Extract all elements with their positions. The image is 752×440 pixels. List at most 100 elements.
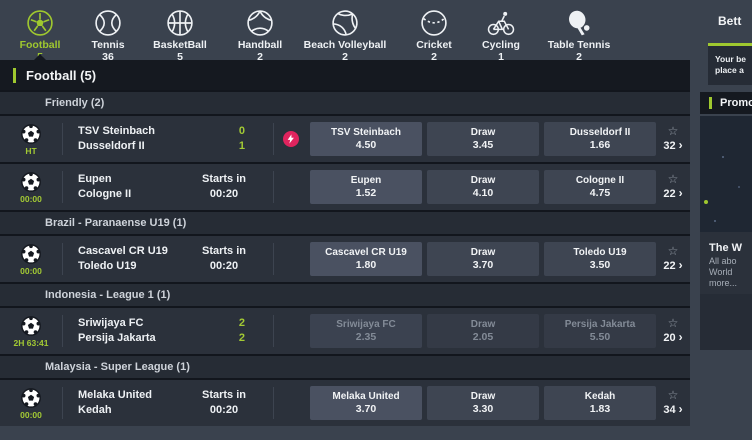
- odds-button-away[interactable]: Dusseldorf II 1.66: [544, 122, 656, 156]
- markets-count: 22: [663, 260, 675, 272]
- markets-cell[interactable]: ☆ 22 ›: [656, 245, 690, 273]
- soccer-ball-icon: [20, 171, 42, 193]
- starts-in: Starts in 00:20: [175, 244, 273, 274]
- betslip-line-1: Your be: [715, 54, 752, 65]
- match-row[interactable]: HT TSV Steinbach Dusseldorf II 0 1 TSV S…: [0, 116, 690, 162]
- soccer-ball-icon: [20, 123, 42, 145]
- starts-time: 00:20: [210, 259, 238, 274]
- odds-button-away[interactable]: Persija Jakarta 5.50: [544, 314, 656, 348]
- teams: Eupen Cologne II: [63, 172, 175, 202]
- starts-time: 00:20: [210, 403, 238, 418]
- nav-label: Tennis: [91, 39, 124, 51]
- markets-count: 32: [663, 140, 675, 152]
- promo-title: The W: [709, 241, 752, 256]
- odds-button-home[interactable]: Cascavel CR U19 1.80: [310, 242, 422, 276]
- odds-button-draw[interactable]: Draw 3.45: [427, 122, 539, 156]
- odds-button-away[interactable]: Toledo U19 3.50: [544, 242, 656, 276]
- odds-group: Melaka United 3.70 Draw 3.30 Kedah 1.83: [310, 386, 656, 420]
- league-header-title: Friendly (2): [45, 97, 104, 109]
- away-team: Toledo U19: [78, 259, 175, 274]
- match-row[interactable]: 00:00 Cascavel CR U19 Toledo U19 Starts …: [0, 236, 690, 282]
- odds-button-away[interactable]: Cologne II 4.75: [544, 170, 656, 204]
- nav-item-table-tennis[interactable]: Table Tennis 2: [528, 0, 630, 63]
- favorite-star-icon[interactable]: ☆: [668, 173, 679, 186]
- nav-item-handball[interactable]: Handball 2: [224, 0, 296, 63]
- teams: Melaka United Kedah: [63, 388, 175, 418]
- promotions-header: Promo: [700, 92, 752, 114]
- markets-cell[interactable]: ☆ 32 ›: [656, 125, 690, 153]
- favorite-star-icon[interactable]: ☆: [668, 245, 679, 258]
- promotions-header-title: Promo: [720, 97, 752, 109]
- nav-item-cricket[interactable]: Cricket 2: [394, 0, 474, 63]
- match-row[interactable]: 2H 63:41 Sriwijaya FC Persija Jakarta 2 …: [0, 308, 690, 354]
- promo-card[interactable]: The W All abo World more...: [700, 116, 752, 350]
- cricket-icon: [420, 8, 448, 38]
- odds-button-draw[interactable]: Draw 2.05: [427, 314, 539, 348]
- beach-volleyball-icon: [331, 8, 359, 38]
- markets-count: 22: [663, 188, 675, 200]
- nav-label: Table Tennis: [548, 39, 611, 51]
- match-clock: HT: [25, 146, 36, 156]
- handball-icon: [246, 8, 274, 38]
- nav-item-tennis[interactable]: Tennis 36: [80, 0, 136, 63]
- odds-button-draw[interactable]: Draw 4.10: [427, 170, 539, 204]
- odds-button-away[interactable]: Kedah 1.83: [544, 386, 656, 420]
- away-team: Cologne II: [78, 187, 175, 202]
- markets-cell[interactable]: ☆ 34›: [656, 389, 690, 417]
- markets-count: 20: [663, 332, 675, 344]
- chevron-right-icon: ›: [679, 138, 683, 152]
- nav-label: Handball: [238, 39, 282, 51]
- chevron-right-icon: ›: [679, 402, 683, 416]
- starts-in: Starts in 00:20: [175, 172, 273, 202]
- nav-label: Football: [20, 39, 61, 51]
- league-header[interactable]: Indonesia - League 1 (1): [0, 284, 690, 306]
- odds-button-home[interactable]: TSV Steinbach 4.50: [310, 122, 422, 156]
- odds-group: Cascavel CR U19 1.80 Draw 3.70 Toledo U1…: [310, 242, 656, 276]
- favorite-star-icon[interactable]: ☆: [668, 125, 679, 138]
- odds-button-home[interactable]: Eupen 1.52: [310, 170, 422, 204]
- match-row[interactable]: 00:00 Melaka United Kedah Starts in 00:2…: [0, 380, 690, 426]
- odds-button-draw[interactable]: Draw 3.30: [427, 386, 539, 420]
- live-bolt-icon: [283, 131, 299, 147]
- markets-cell[interactable]: ☆ 20›: [656, 317, 690, 345]
- betslip-line-2: place a: [715, 65, 752, 76]
- league-header-title: Indonesia - League 1 (1): [45, 289, 170, 301]
- markets-cell[interactable]: ☆ 22›: [656, 173, 690, 201]
- home-team: Cascavel CR U19: [78, 244, 175, 259]
- events-list: Football (5) Friendly (2) HT TSV Steinba…: [0, 60, 690, 426]
- football-icon: [26, 8, 54, 38]
- league-header[interactable]: Brazil - Paranaense U19 (1): [0, 212, 690, 234]
- favorite-star-icon[interactable]: ☆: [668, 389, 679, 402]
- league-header[interactable]: Friendly (2): [0, 92, 690, 114]
- accent-bar: [13, 68, 16, 83]
- starts-label: Starts in: [202, 244, 246, 259]
- sport-cell: 2H 63:41: [0, 315, 62, 348]
- nav-item-beach-volleyball[interactable]: Beach Volleyball 2: [296, 0, 394, 63]
- nav-item-basketball[interactable]: BasketBall 5: [136, 0, 224, 63]
- starts-label: Starts in: [202, 172, 246, 187]
- odds-button-home[interactable]: Sriwijaya FC 2.35: [310, 314, 422, 348]
- away-team: Dusseldorf II: [78, 139, 175, 154]
- accent-bar: [709, 97, 712, 109]
- nav-item-cycling[interactable]: Cycling 1: [474, 0, 528, 63]
- odds-group: Sriwijaya FC 2.35 Draw 2.05 Persija Jaka…: [310, 314, 656, 348]
- betslip-box: Your be place a: [708, 43, 752, 85]
- chevron-right-icon: ›: [679, 258, 683, 272]
- odds-button-home[interactable]: Melaka United 3.70: [310, 386, 422, 420]
- sport-cell: 00:00: [0, 171, 62, 204]
- match-clock: 00:00: [20, 410, 42, 420]
- divider: [273, 171, 274, 203]
- away-score: 2: [239, 331, 245, 346]
- starts-in: Starts in 00:20: [175, 388, 273, 418]
- away-score: 1: [239, 139, 245, 154]
- promo-line-2: World: [709, 267, 752, 278]
- league-header[interactable]: Malaysia - Super League (1): [0, 356, 690, 378]
- favorite-star-icon[interactable]: ☆: [668, 317, 679, 330]
- home-team: Sriwijaya FC: [78, 316, 175, 331]
- promo-line-1: All abo: [709, 256, 752, 267]
- odds-button-draw[interactable]: Draw 3.70: [427, 242, 539, 276]
- odds-group: TSV Steinbach 4.50 Draw 3.45 Dusseldorf …: [310, 122, 656, 156]
- live-cell: [274, 131, 308, 147]
- match-row[interactable]: 00:00 Eupen Cologne II Starts in 00:20 E…: [0, 164, 690, 210]
- sport-cell: HT: [0, 123, 62, 156]
